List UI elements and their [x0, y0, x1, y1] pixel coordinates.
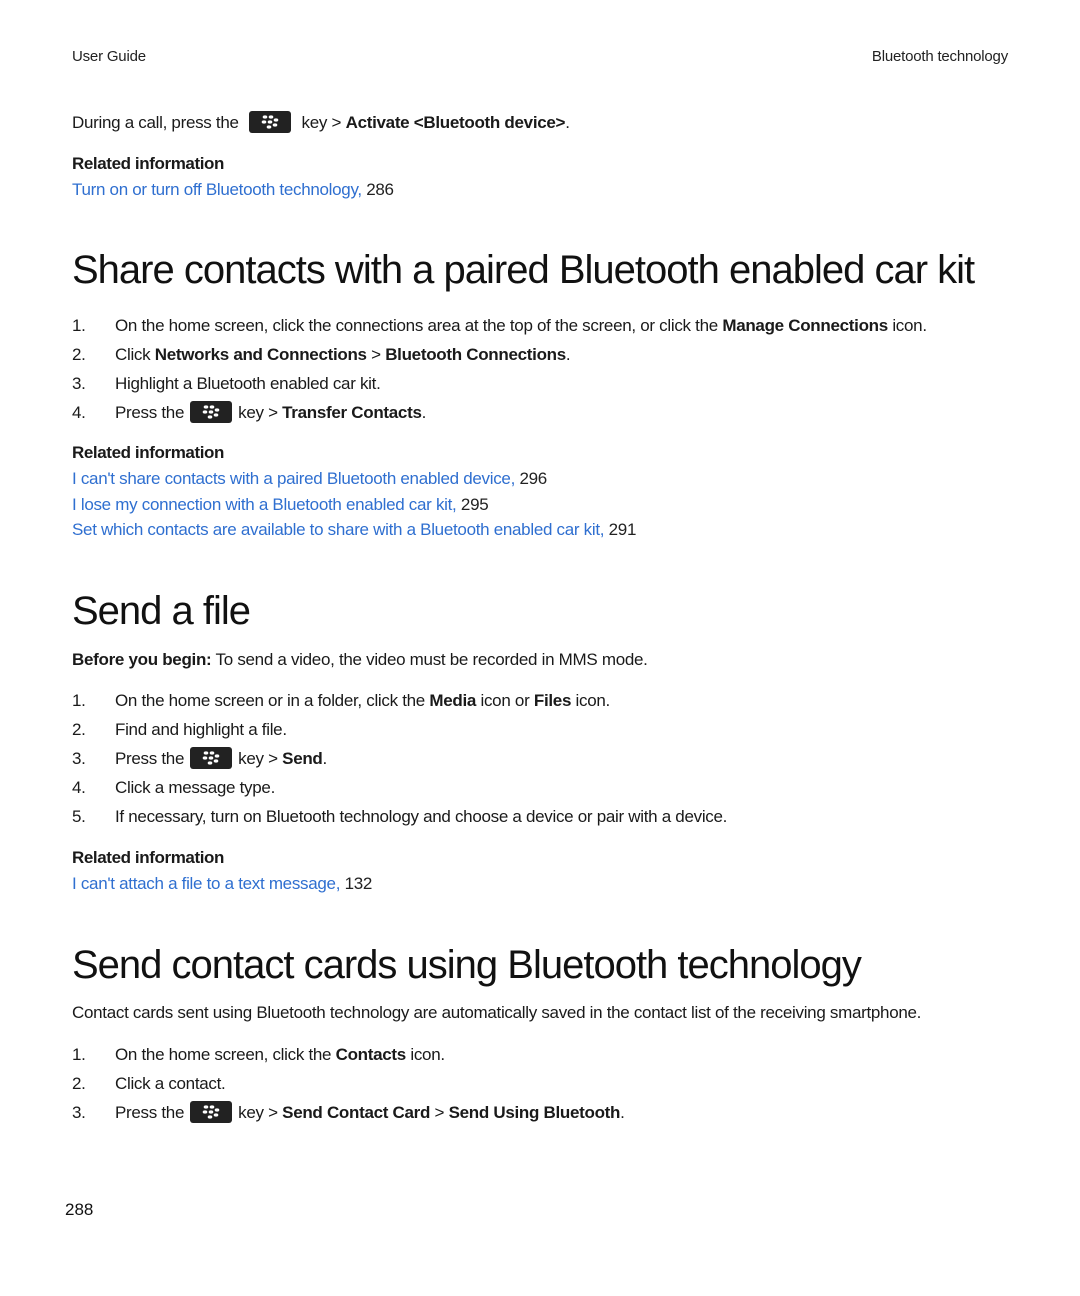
blackberry-menu-key-icon — [190, 400, 233, 423]
related-link-page: 296 — [519, 469, 547, 488]
section-intro: Contact cards sent using Bluetooth techn… — [72, 1003, 922, 1022]
section-title: Send a file — [72, 589, 251, 633]
steps-list: 1. On the home screen, click the connecti… — [72, 311, 927, 427]
ui-term: Send — [282, 749, 323, 768]
step-text: Click a message type. — [115, 778, 275, 797]
step-text: key > — [238, 749, 283, 768]
section-title: Send contact cards using Bluetooth techn… — [72, 943, 862, 987]
steps-list: 1. On the home screen or in a folder, cli… — [72, 686, 727, 831]
running-header: User Guide Bluetooth technology — [72, 48, 1008, 65]
related-link-page: 295 — [460, 494, 489, 514]
related-link-item: I can't attach a file to a text message,… — [72, 871, 372, 897]
related-link[interactable]: I can't share contacts with a paired Blu… — [72, 469, 515, 488]
blackberry-menu-key-icon — [249, 110, 292, 133]
step-item: 2. Click a contact. — [72, 1069, 625, 1098]
step-text: . — [620, 1103, 625, 1122]
intro-action: Activate <Bluetooth device> — [345, 113, 566, 132]
step-text: If necessary, turn on Bluetooth technolo… — [115, 807, 728, 826]
step-text: Highlight a Bluetooth enabled car kit. — [115, 374, 381, 393]
step-item: 1. On the home screen or in a folder, cli… — [72, 686, 727, 715]
ui-term: Bluetooth Connections — [385, 345, 566, 364]
step-text: icon. — [571, 691, 611, 710]
step-number: 2. — [72, 720, 86, 739]
step-text: icon. — [887, 316, 927, 335]
related-link-page: 291 — [608, 520, 637, 539]
step-item: 1. On the home screen, click the Contacts… — [72, 1040, 625, 1069]
related-links: I can't attach a file to a text message,… — [72, 871, 372, 897]
step-text: On the home screen, click the connection… — [115, 316, 723, 335]
step-text: > — [366, 345, 386, 364]
step-item: 4. Press the key > Transfer Contacts. — [72, 398, 927, 427]
related-link-item: Turn on or turn off Bluetooth technology… — [72, 177, 394, 203]
related-link[interactable]: I lose my connection with a Bluetooth en… — [72, 495, 457, 514]
ui-term: Networks and Connections — [154, 345, 367, 364]
step-text: Press the — [115, 749, 185, 768]
step-text: > — [430, 1103, 449, 1122]
step-text: Find and highlight a file. — [115, 720, 287, 739]
blackberry-menu-key-icon — [190, 746, 233, 769]
related-information-heading: Related information — [72, 848, 225, 867]
step-item: 3. Press the key > Send Contact Card > Sen… — [72, 1098, 625, 1127]
section-title: Share contacts with a paired Bluetooth e… — [72, 248, 975, 292]
ui-term: Contacts — [335, 1045, 407, 1064]
step-number: 5. — [72, 807, 86, 826]
step-number: 2. — [72, 1074, 86, 1093]
related-link-page: 132 — [344, 874, 373, 893]
before-you-begin-label: Before you begin: — [72, 650, 212, 669]
step-number: 1. — [72, 316, 86, 335]
step-item: 3. Highlight a Bluetooth enabled car kit. — [72, 369, 927, 398]
related-link-item: Set which contacts are available to shar… — [72, 517, 636, 543]
step-item: 4. Click a message type. — [72, 773, 727, 802]
step-item: 1. On the home screen, click the connecti… — [72, 311, 927, 340]
step-number: 3. — [72, 1103, 86, 1122]
step-item: 2. Find and highlight a file. — [72, 715, 727, 744]
step-number: 1. — [72, 1045, 86, 1064]
ui-term: Send Contact Card — [282, 1103, 431, 1122]
ui-term: Media — [429, 691, 477, 710]
related-links: Turn on or turn off Bluetooth technology… — [72, 177, 394, 203]
blackberry-menu-key-icon — [190, 1100, 233, 1123]
steps-list: 1. On the home screen, click the Contacts… — [72, 1040, 625, 1127]
related-link[interactable]: I can't attach a file to a text message, — [72, 874, 340, 893]
ui-term: Files — [533, 691, 572, 710]
before-you-begin: Before you begin: To send a video, the v… — [72, 650, 648, 669]
step-text: . — [322, 749, 328, 768]
ui-term: Send Using Bluetooth — [448, 1103, 621, 1122]
step-number: 4. — [72, 778, 86, 797]
related-link-item: I lose my connection with a Bluetooth en… — [72, 492, 636, 518]
step-text: On the home screen, click the — [115, 1045, 336, 1064]
related-link-page: 286 — [366, 180, 394, 199]
step-item: 3. Press the key > Send. — [72, 744, 727, 773]
step-text: Click a contact. — [115, 1074, 226, 1093]
ui-term: Manage Connections — [722, 316, 888, 335]
step-text: Click — [115, 345, 155, 364]
step-text: . — [421, 403, 427, 422]
related-link[interactable]: Set which contacts are available to shar… — [72, 520, 605, 539]
related-links: I can't share contacts with a paired Blu… — [72, 466, 636, 543]
header-chapter-title: Bluetooth technology — [871, 48, 1008, 65]
intro-instruction: During a call, press the key > Activate … — [72, 110, 570, 135]
step-text: On the home screen or in a folder, click… — [115, 691, 430, 710]
related-information-heading: Related information — [72, 154, 225, 173]
step-text: Press the — [115, 403, 185, 422]
step-text: key > — [238, 1103, 283, 1122]
header-doc-title: User Guide — [72, 48, 146, 65]
step-number: 2. — [72, 345, 86, 364]
step-text: icon or — [476, 691, 534, 710]
step-number: 3. — [72, 374, 86, 393]
step-text: . — [565, 345, 571, 364]
step-text: Press the — [115, 1103, 185, 1122]
related-information-heading: Related information — [72, 443, 225, 462]
step-number: 1. — [72, 691, 86, 710]
step-number: 3. — [72, 749, 86, 768]
step-item: 2. Click Networks and Connections > Bluet… — [72, 340, 927, 369]
step-item: 5. If necessary, turn on Bluetooth techno… — [72, 802, 727, 831]
step-text: key > — [238, 403, 283, 422]
ui-term: Transfer Contacts — [282, 403, 422, 422]
step-text: icon. — [405, 1045, 445, 1064]
step-number: 4. — [72, 403, 86, 422]
page-number: 288 — [65, 1200, 94, 1219]
related-link-item: I can't share contacts with a paired Blu… — [72, 466, 636, 492]
related-link[interactable]: Turn on or turn off Bluetooth technology… — [72, 180, 362, 199]
